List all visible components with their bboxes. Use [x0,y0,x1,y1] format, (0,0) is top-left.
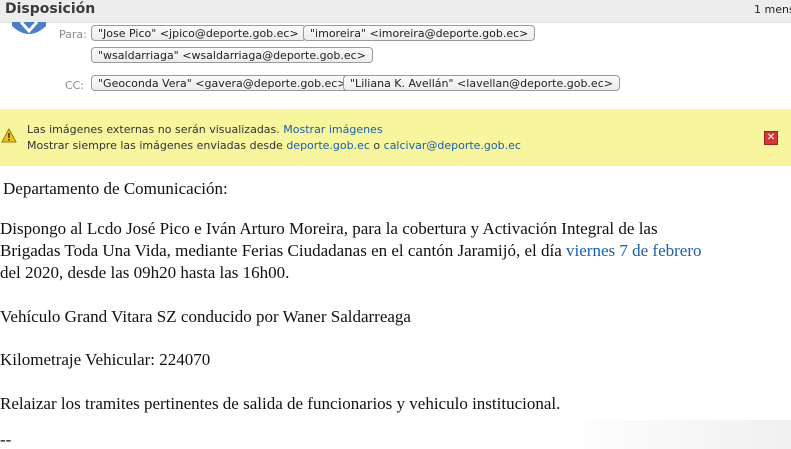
body-paragraph-line: Dispongo al Lcdo José Pico e Iván Arturo… [0,219,658,238]
external-images-warning [0,109,791,166]
warning-icon [1,127,17,143]
body-paragraph-line: del 2020, desde las 09h20 hasta las 16h0… [0,263,290,282]
subject-bar: Disposición 1 mens [0,0,791,23]
to-label: Para: [59,28,87,41]
sender-link[interactable]: calcivar@deporte.gob.ec [384,139,521,152]
greeting: Departamento de Comunicación: [3,179,228,198]
corner-fade [560,420,791,449]
date-link[interactable]: viernes 7 de febrero [566,241,701,260]
warning-line-2: Mostrar siempre las imágenes enviadas de… [27,139,521,152]
or-text: o [373,139,381,152]
cc-label: CC: [65,79,85,92]
body-text: Brigadas Toda Una Vida, mediante Ferias … [0,241,562,260]
close-icon[interactable]: ✕ [764,131,778,145]
show-images-link[interactable]: Mostrar imágenes [283,123,382,136]
recipient-pill[interactable]: "imoreira" <imoreira@deporte.gob.ec> [303,25,536,41]
signature-separator: -- [0,430,12,449]
instructions-line: Relaizar los tramites pertinentes de sal… [0,394,561,413]
vehicle-line: Vehículo Grand Vitara SZ conducido por W… [0,307,411,326]
recipient-pill[interactable]: "wsaldarriaga" <wsaldarriaga@deporte.gob… [91,47,373,63]
always-show-text: Mostrar siempre las imágenes enviadas de… [27,139,283,152]
email-subject: Disposición [5,1,96,17]
email-view: Disposición 1 mens Para: "Jose Pico" <jp… [0,0,791,449]
warning-line-1: Las imágenes externas no serán visualiza… [27,123,383,136]
cc-pill[interactable]: "Geoconda Vera" <gavera@deporte.gob.ec> [91,75,354,91]
avatar-icon [12,22,46,34]
body-paragraph-line: Brigadas Toda Una Vida, mediante Ferias … [0,241,702,261]
recipient-pill[interactable]: "Jose Pico" <jpico@deporte.gob.ec> [91,25,306,41]
mileage-line: Kilometraje Vehicular: 224070 [0,350,211,369]
warning-text: Las imágenes externas no serán visualiza… [27,123,280,136]
message-count: 1 mens [754,3,791,16]
domain-link[interactable]: deporte.gob.ec [286,139,370,152]
cc-pill[interactable]: "Liliana K. Avellán" <lavellan@deporte.g… [343,75,620,91]
sender-avatar [11,22,47,39]
